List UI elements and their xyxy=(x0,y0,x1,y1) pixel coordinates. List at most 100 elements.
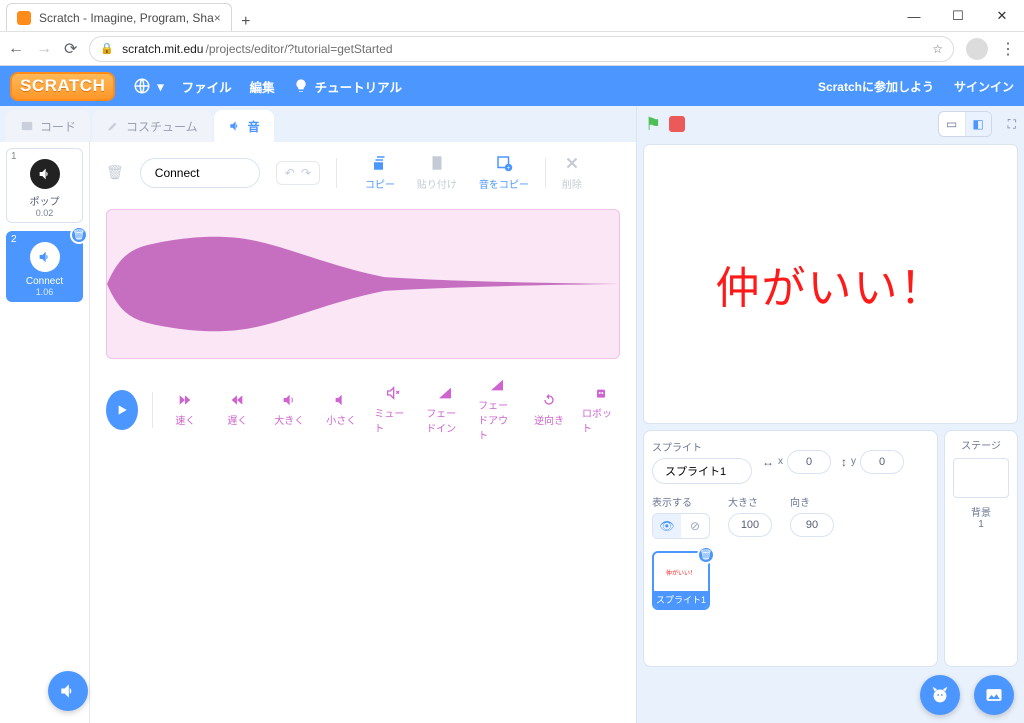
y-input[interactable] xyxy=(860,450,904,474)
large-stage-button[interactable]: ◧ xyxy=(965,112,991,136)
y-icon: ↕ xyxy=(841,455,847,469)
sound-editor: 🗑 ↶ ↷ コピー 貼り付け +音をコピー 削除 xyxy=(90,142,636,723)
show-button[interactable]: 👁 xyxy=(653,514,681,538)
sound-index: 2 xyxy=(11,234,17,245)
tutorials-button[interactable]: チュートリアル xyxy=(293,77,402,96)
sound-icon xyxy=(228,119,242,133)
stage-thumbnail[interactable] xyxy=(953,458,1009,498)
url-bar[interactable]: 🔒 scratch.mit.edu/projects/editor/?tutor… xyxy=(89,36,954,62)
speaker-icon xyxy=(30,242,60,272)
speaker-icon xyxy=(58,681,78,701)
fx-mute[interactable]: ミュート xyxy=(374,385,412,435)
tutorials-label: チュートリアル xyxy=(315,77,402,96)
lightbulb-icon xyxy=(293,78,309,94)
join-link[interactable]: Scratchに参加しよう xyxy=(818,78,934,95)
separator xyxy=(152,392,153,428)
play-icon xyxy=(114,402,130,418)
size-input[interactable]: 100 xyxy=(728,513,772,537)
undo-button[interactable]: ↶ xyxy=(285,166,295,180)
tab-title: Scratch - Imagine, Program, Sha xyxy=(39,11,214,25)
scratch-menubar: SCRATCH ▾ ファイル 編集 チュートリアル Scratchに参加しよう … xyxy=(0,66,1024,106)
sound-duration: 1.06 xyxy=(11,287,78,297)
fx-faster[interactable]: 速く xyxy=(166,392,204,427)
forward-button[interactable]: → xyxy=(36,40,52,58)
stage-panel-label: ステージ xyxy=(961,437,1001,452)
browser-tab[interactable]: Scratch - Imagine, Program, Sha × xyxy=(6,3,232,31)
speaker-icon xyxy=(30,159,60,189)
delete-sound-button[interactable]: 🗑 xyxy=(70,226,88,244)
hide-button[interactable]: ⊘ xyxy=(681,514,709,538)
new-tab-button[interactable]: + xyxy=(232,13,260,31)
undo-redo: ↶ ↷ xyxy=(276,161,320,185)
svg-text:+: + xyxy=(507,166,511,172)
file-menu[interactable]: ファイル xyxy=(182,77,232,96)
language-menu[interactable]: ▾ xyxy=(133,77,163,95)
fx-fadeout[interactable]: フェードアウト xyxy=(478,377,516,442)
close-window-button[interactable]: ✕ xyxy=(980,1,1024,31)
x-input[interactable] xyxy=(787,450,831,474)
fx-reverse[interactable]: 逆向き xyxy=(530,392,568,427)
direction-input[interactable]: 90 xyxy=(790,513,834,537)
small-stage-button[interactable]: ▭ xyxy=(939,112,965,136)
sprite-thumb-name: スプライト1 xyxy=(654,591,708,608)
fullscreen-button[interactable]: ⛶ xyxy=(1008,117,1016,132)
fx-fadein[interactable]: フェードイン xyxy=(426,385,464,435)
sound-name-input[interactable] xyxy=(140,158,260,188)
star-icon[interactable]: ☆ xyxy=(932,42,943,56)
tab-code[interactable]: コード xyxy=(6,110,90,142)
favicon-icon xyxy=(17,11,31,25)
reload-button[interactable]: ⟳ xyxy=(64,39,77,59)
paste-button[interactable]: 貼り付け xyxy=(417,154,457,191)
copy-new-button[interactable]: +音をコピー xyxy=(479,154,529,191)
sound-index: 1 xyxy=(11,151,17,162)
size-label: 大きさ xyxy=(728,494,772,509)
url-path: /projects/editor/?tutorial=getStarted xyxy=(205,42,392,56)
stop-button[interactable] xyxy=(669,116,685,132)
add-sprite-fab[interactable] xyxy=(920,675,960,715)
profile-button[interactable] xyxy=(966,38,988,60)
close-tab-icon[interactable]: × xyxy=(214,11,221,25)
sound-item-1[interactable]: 1 ポップ 0.02 xyxy=(6,148,83,223)
sound-item-2[interactable]: 2 🗑 Connect 1.06 xyxy=(6,231,83,302)
trash-icon[interactable]: 🗑 xyxy=(106,164,124,181)
image-icon xyxy=(984,685,1004,705)
fx-softer[interactable]: 小さく xyxy=(322,392,360,427)
back-button[interactable]: ← xyxy=(8,40,24,58)
add-backdrop-fab[interactable] xyxy=(974,675,1014,715)
green-flag-button[interactable]: ⚑ xyxy=(645,114,661,135)
copy-button[interactable]: コピー xyxy=(365,154,395,191)
scratch-logo[interactable]: SCRATCH xyxy=(10,72,115,101)
sound-name: Connect xyxy=(11,276,78,287)
sprite-thumb[interactable]: 🗑 仲がいい！ スプライト1 xyxy=(652,551,710,610)
separator xyxy=(545,158,546,188)
fx-robot[interactable]: ロボット xyxy=(582,385,620,435)
brush-icon xyxy=(106,119,120,133)
stage[interactable]: 仲がいい！ xyxy=(643,144,1018,424)
backdrops-label: 背景 xyxy=(971,504,991,519)
play-button[interactable] xyxy=(106,390,138,430)
sprite-name-input[interactable] xyxy=(652,458,752,484)
cat-icon xyxy=(929,684,951,706)
waveform-display[interactable] xyxy=(106,209,620,359)
signin-link[interactable]: サインイン xyxy=(954,78,1014,95)
fx-louder[interactable]: 大きく xyxy=(270,392,308,427)
code-icon xyxy=(20,119,34,133)
sound-list: 1 ポップ 0.02 2 🗑 Connect 1.06 xyxy=(0,142,90,723)
maximize-button[interactable]: ☐ xyxy=(936,1,980,31)
direction-label: 向き xyxy=(790,494,834,509)
add-sound-fab[interactable] xyxy=(48,671,88,711)
tab-sounds[interactable]: 音 xyxy=(214,110,274,142)
browser-menu-button[interactable]: ⋮ xyxy=(1000,39,1016,59)
browser-toolbar: ← → ⟳ 🔒 scratch.mit.edu/projects/editor/… xyxy=(0,32,1024,66)
tab-code-label: コード xyxy=(40,118,76,135)
x-label: x xyxy=(778,456,783,467)
tab-costumes[interactable]: コスチューム xyxy=(92,110,212,142)
delete-button[interactable]: 削除 xyxy=(562,154,582,191)
sound-name: ポップ xyxy=(11,193,78,208)
edit-menu[interactable]: 編集 xyxy=(250,77,275,96)
fx-slower[interactable]: 遅く xyxy=(218,392,256,427)
delete-sprite-button[interactable]: 🗑 xyxy=(697,546,715,564)
minimize-button[interactable]: — xyxy=(892,1,936,31)
sprite-label: スプライト xyxy=(652,439,752,454)
redo-button[interactable]: ↷ xyxy=(301,166,311,180)
